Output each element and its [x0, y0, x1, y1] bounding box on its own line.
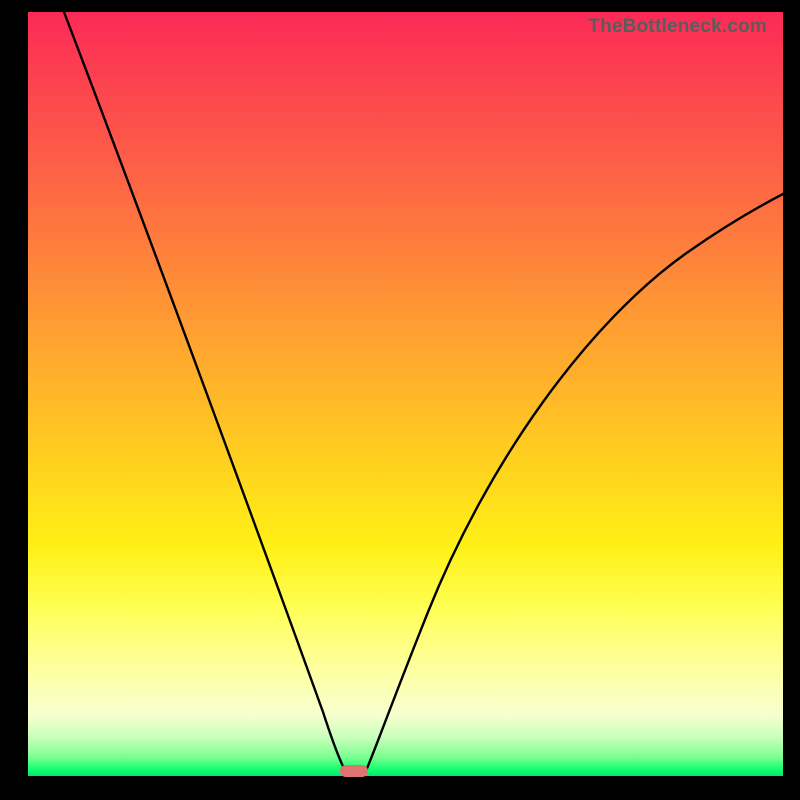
chart-frame: TheBottleneck.com [0, 0, 800, 800]
left-curve [64, 12, 348, 775]
right-curve [364, 194, 783, 775]
curve-layer [28, 12, 783, 776]
plot-area: TheBottleneck.com [28, 12, 783, 776]
minimum-marker [340, 765, 368, 777]
